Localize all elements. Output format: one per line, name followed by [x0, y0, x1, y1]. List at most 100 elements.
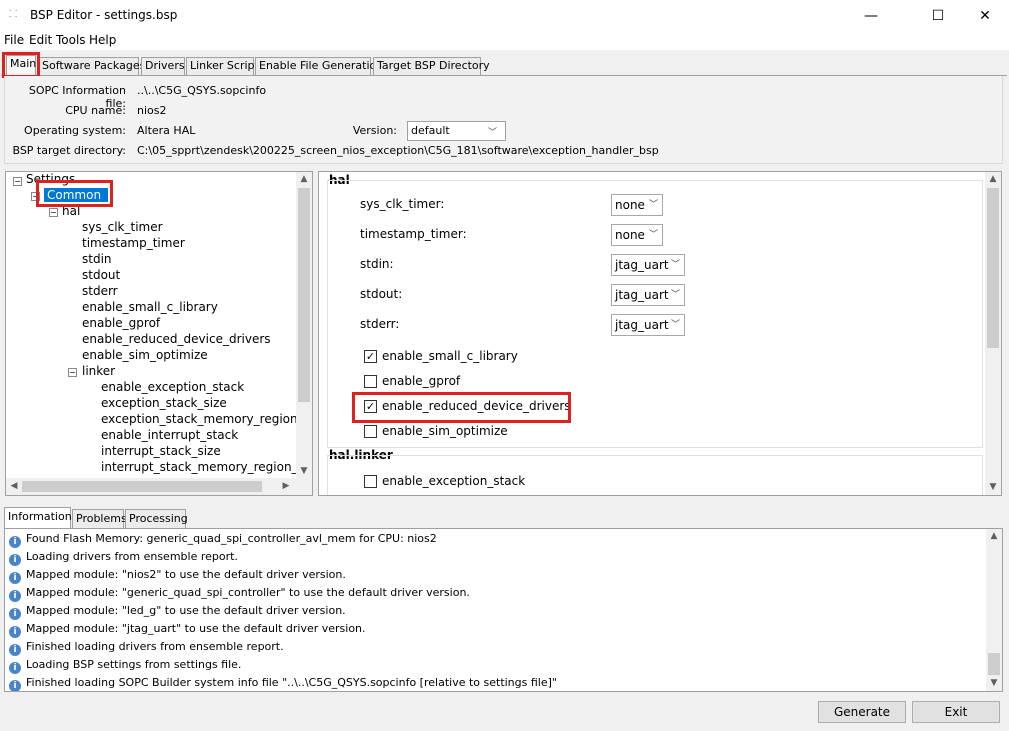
info-icon: i: [9, 644, 21, 656]
tree-leaf[interactable]: timestamp_timer: [82, 236, 185, 250]
checkbox-enable-exception-stack[interactable]: [364, 475, 377, 488]
scrollbar-thumb[interactable]: [298, 188, 310, 402]
log-text: Mapped module: "led_g" to use the defaul…: [26, 604, 346, 617]
menu-tools[interactable]: Tools: [56, 33, 86, 47]
stdin-dropdown[interactable]: jtag_uart ﹀: [611, 254, 685, 276]
tree-leaf[interactable]: enable_sim_optimize: [82, 348, 208, 362]
menu-edit[interactable]: Edit: [29, 33, 52, 47]
chevron-down-icon: ﹀: [648, 230, 658, 240]
log-text: Mapped module: "nios2" to use the defaul…: [26, 568, 346, 581]
title-bar: ⸬ BSP Editor - settings.bsp — ☐ ✕: [0, 0, 1009, 31]
log-text: Loading BSP settings from settings file.: [26, 658, 242, 671]
stdout-dropdown[interactable]: jtag_uart ﹀: [611, 284, 685, 306]
tree-vertical-scrollbar[interactable]: ▲ ▼: [296, 172, 312, 478]
maximize-button[interactable]: ☐: [915, 0, 961, 31]
menu-file[interactable]: File: [4, 33, 24, 47]
close-icon: ✕: [979, 7, 991, 24]
tree-leaf[interactable]: stderr: [82, 284, 118, 298]
dropdown-value: none: [615, 228, 645, 242]
tab-enable-file-generation[interactable]: Enable File Generation: [255, 57, 383, 75]
collapse-icon[interactable]: −: [13, 177, 22, 186]
scroll-up-icon[interactable]: ▲: [296, 174, 312, 184]
tab-software-packages[interactable]: Software Packages: [38, 57, 145, 75]
log-vertical-scrollbar[interactable]: ▲ ▼: [986, 529, 1002, 691]
menu-help[interactable]: Help: [89, 33, 116, 47]
scrollbar-thumb[interactable]: [22, 481, 262, 492]
setting-label: stderr:: [360, 317, 400, 331]
setting-label: sys_clk_timer:: [360, 197, 445, 211]
setting-label: timestamp_timer:: [360, 227, 467, 241]
menu-bar: File Edit Tools Help: [0, 31, 1009, 50]
tree-horizontal-scrollbar[interactable]: ◀ ▶: [6, 478, 312, 495]
checkbox-enable-small-c-library[interactable]: ✓: [364, 350, 377, 363]
tree-leaf[interactable]: sys_clk_timer: [82, 220, 163, 234]
checkbox-enable-sim-optimize[interactable]: [364, 425, 377, 438]
tree-leaf[interactable]: stdout: [82, 268, 120, 282]
app-icon: ⸬: [9, 9, 18, 20]
log-text: Found Flash Memory: generic_quad_spi_con…: [26, 532, 437, 545]
tree-leaf[interactable]: exception_stack_size: [101, 396, 227, 410]
settings-vertical-scrollbar[interactable]: ▲ ▼: [985, 172, 1001, 495]
close-button[interactable]: ✕: [962, 0, 1008, 31]
version-select[interactable]: default ﹀: [407, 121, 506, 141]
bsp-dir-label: BSP target directory:: [12, 144, 126, 157]
tab-target-bsp-directory[interactable]: Target BSP Directory: [373, 57, 490, 75]
scroll-up-icon[interactable]: ▲: [985, 174, 1001, 184]
checkbox-label: enable_exception_stack: [382, 474, 526, 488]
version-label: Version:: [352, 124, 397, 137]
tree-leaf[interactable]: enable_small_c_library: [82, 300, 218, 314]
setting-label: stdout:: [360, 287, 403, 301]
minimize-button[interactable]: —: [848, 0, 894, 31]
tab-drivers[interactable]: Drivers: [141, 57, 185, 75]
tab-information[interactable]: Information: [4, 507, 72, 529]
tab-problems[interactable]: Problems: [72, 509, 127, 528]
log-text: Loading drivers from ensemble report.: [26, 550, 238, 563]
collapse-icon[interactable]: −: [49, 208, 58, 217]
generate-button[interactable]: Generate: [818, 701, 906, 723]
log-entry: i Mapped module: "jtag_uart" to use the d…: [9, 620, 366, 638]
tree-leaf[interactable]: interrupt_stack_size: [101, 444, 221, 458]
tree-node-linker[interactable]: linker: [82, 364, 115, 378]
tab-processing[interactable]: Processing: [125, 509, 188, 528]
stderr-dropdown[interactable]: jtag_uart ﹀: [611, 314, 685, 336]
tree-leaf[interactable]: enable_exception_stack: [101, 380, 244, 394]
info-icon: i: [9, 608, 21, 620]
chevron-down-icon: ﹀: [487, 128, 497, 138]
exit-button[interactable]: Exit: [912, 701, 1000, 723]
info-icon: i: [9, 626, 21, 638]
tree-leaf[interactable]: enable_gprof: [82, 316, 160, 330]
scrollbar-thumb[interactable]: [987, 188, 999, 348]
scroll-down-icon[interactable]: ▼: [986, 678, 1002, 688]
highlight-main-tab: [2, 52, 40, 78]
scrollbar-thumb[interactable]: [988, 653, 1000, 675]
scroll-up-icon[interactable]: ▲: [986, 531, 1002, 541]
scroll-right-icon[interactable]: ▶: [280, 481, 292, 491]
info-icon: i: [9, 536, 21, 548]
settings-tree[interactable]: − Settings − Common − hal sys_clk_timer …: [5, 171, 313, 496]
collapse-icon[interactable]: −: [68, 368, 77, 377]
chevron-down-icon: ﹀: [648, 200, 658, 210]
tree-leaf[interactable]: interrupt_stack_memory_region_na: [101, 460, 312, 474]
timestamp-timer-dropdown[interactable]: none ﹀: [611, 224, 663, 246]
log-entry: i Finished loading drivers from ensemble …: [9, 638, 284, 656]
settings-panel: hal sys_clk_timer: none ﹀ timestamp_timer…: [318, 171, 1002, 496]
info-icon: i: [9, 590, 21, 602]
chevron-down-icon: ﹀: [670, 260, 680, 270]
log-entry: i Mapped module: "nios2" to use the defau…: [9, 566, 346, 584]
sys-clk-timer-dropdown[interactable]: none ﹀: [611, 194, 663, 216]
scroll-down-icon[interactable]: ▼: [296, 466, 312, 476]
checkbox-enable-gprof[interactable]: [364, 375, 377, 388]
tree-leaf[interactable]: exception_stack_memory_region_na: [101, 412, 312, 426]
scroll-left-icon[interactable]: ◀: [8, 481, 20, 491]
tree-leaf[interactable]: stdin: [82, 252, 112, 266]
scroll-down-icon[interactable]: ▼: [985, 482, 1001, 492]
cpu-name-value: nios2: [137, 104, 167, 117]
bsp-dir-value: C:\05_spprt\zendesk\200225_screen_nios_e…: [137, 144, 659, 157]
cpu-name-label: CPU name:: [65, 104, 126, 117]
log-text: Mapped module: "generic_quad_spi_control…: [26, 586, 470, 599]
tree-leaf[interactable]: enable_interrupt_stack: [101, 428, 238, 442]
dropdown-value: jtag_uart: [615, 258, 669, 272]
check-icon: ✓: [365, 350, 376, 363]
tab-linker-script[interactable]: Linker Script: [186, 57, 259, 75]
tree-leaf[interactable]: enable_reduced_device_drivers: [82, 332, 271, 346]
